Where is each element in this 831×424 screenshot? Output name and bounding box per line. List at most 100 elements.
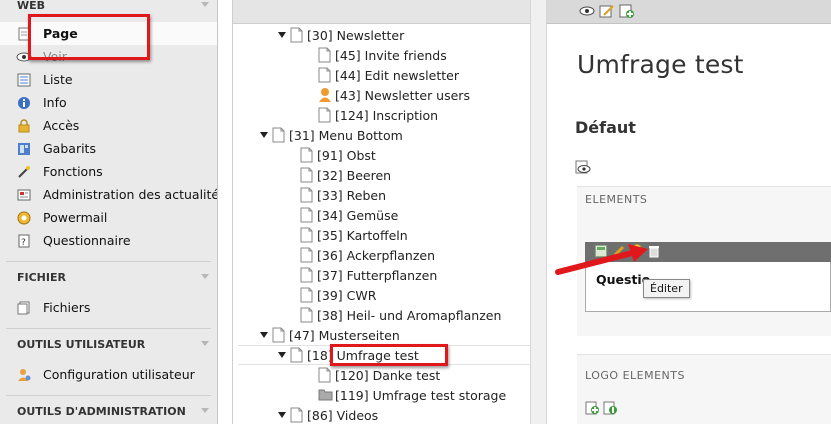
tree-node[interactable]: [37] Futterpflanzen — [300, 265, 437, 285]
tree-node[interactable]: [86] Videos — [277, 405, 378, 424]
menu-item-acces[interactable]: Accès — [0, 114, 217, 137]
section-title-user-tools[interactable]: OUTILS UTILISATEUR — [0, 336, 217, 354]
menu-item-fonctions[interactable]: Fonctions — [0, 160, 217, 183]
page-icon[interactable] — [290, 347, 303, 363]
page-icon[interactable] — [300, 207, 313, 223]
expand-arrow-icon[interactable] — [277, 345, 286, 365]
page-icon[interactable] — [300, 307, 313, 323]
tree-node-label[interactable]: [120] Danke test — [335, 368, 440, 383]
tree-node[interactable]: [30] Newsletter — [277, 25, 404, 45]
tree-node-label[interactable]: [44] Edit newsletter — [335, 68, 459, 83]
tree-scrollbar[interactable] — [530, 0, 547, 424]
tree-node-label[interactable]: [30] Newsletter — [307, 28, 404, 43]
tree-node[interactable]: [124] Inscription — [318, 105, 438, 125]
tree-node[interactable]: [39] CWR — [300, 285, 376, 305]
tree-node[interactable]: [34] Gemüse — [300, 205, 398, 225]
tree-node-label[interactable]: [33] Reben — [317, 188, 386, 203]
tree-node[interactable]: [36] Ackerpflanzen — [300, 245, 435, 265]
menu-item-user-config[interactable]: Configuration utilisateur — [0, 363, 217, 386]
user-settings-icon — [16, 367, 32, 383]
tree-node[interactable]: [31] Menu Bottom — [259, 125, 403, 145]
tree-node[interactable]: [35] Kartoffeln — [300, 225, 408, 245]
page-icon[interactable] — [272, 127, 285, 143]
tree-node-label[interactable]: [39] CWR — [317, 288, 376, 303]
list-icon — [16, 72, 32, 88]
tree-node-label[interactable]: [37] Futterpflanzen — [317, 268, 437, 283]
section-title-admin-tools[interactable]: OUTILS D'ADMINISTRATION — [0, 403, 217, 421]
highlight-page-module — [28, 14, 150, 60]
menu-item-info[interactable]: Info — [0, 91, 217, 114]
page-icon[interactable] — [300, 287, 313, 303]
new-content-icon[interactable] — [585, 401, 601, 418]
tree-node[interactable]: [44] Edit newsletter — [318, 65, 459, 85]
user-icon[interactable] — [318, 87, 331, 103]
tree-node-label[interactable]: [43] Newsletter users — [335, 88, 470, 103]
section-title-web[interactable]: WEB — [0, 0, 217, 15]
tree-node-label[interactable]: [86] Videos — [307, 408, 378, 423]
tree-node-label[interactable]: [34] Gemüse — [317, 208, 398, 223]
tree-node-label[interactable]: [31] Menu Bottom — [289, 128, 403, 143]
menu-item-powermail[interactable]: Powermail — [0, 206, 217, 229]
tree-node-label[interactable]: [36] Ackerpflanzen — [317, 248, 435, 263]
tree-node[interactable]: [119] Umfrage test storage — [318, 385, 506, 405]
collapse-icon — [201, 2, 209, 7]
module-menu: WEB Page Voir Liste Info Accès Gabarits … — [0, 0, 218, 424]
tree-node[interactable]: [120] Danke test — [318, 365, 440, 385]
page-icon[interactable] — [272, 327, 285, 343]
tree-node-label[interactable]: [45] Invite friends — [335, 48, 447, 63]
tree-node[interactable]: [32] Beeren — [300, 165, 391, 185]
template-icon — [16, 141, 32, 157]
tree-node[interactable]: [45] Invite friends — [318, 45, 447, 65]
view-column-icon[interactable] — [575, 160, 591, 177]
view-page-icon[interactable] — [579, 4, 595, 21]
page-icon[interactable] — [318, 67, 331, 83]
menu-item-gabarits[interactable]: Gabarits — [0, 137, 217, 160]
page-icon[interactable] — [300, 267, 313, 283]
tree-node[interactable]: [91] Obst — [300, 145, 376, 165]
page-icon[interactable] — [300, 187, 313, 203]
menu-item-news-admin[interactable]: Administration des actualités — [0, 183, 217, 206]
tree-node-label[interactable]: [32] Beeren — [317, 168, 391, 183]
page-icon[interactable] — [290, 27, 303, 43]
tree-node-label[interactable]: [47] Musterseiten — [289, 328, 400, 343]
tree-node-label[interactable]: [35] Kartoffeln — [317, 228, 408, 243]
tree-node-label[interactable]: [91] Obst — [317, 148, 376, 163]
page-icon[interactable] — [300, 147, 313, 163]
logo-elements-zone: LOGO ELEMENTS — [577, 354, 831, 424]
menu-item-liste[interactable]: Liste — [0, 68, 217, 91]
edit-page-icon[interactable] — [599, 4, 615, 21]
tree-node-label[interactable]: [38] Heil- und Aromapflanzen — [317, 308, 501, 323]
section-divider — [6, 386, 211, 396]
page-icon[interactable] — [300, 167, 313, 183]
page-icon[interactable] — [318, 107, 331, 123]
folder-icon[interactable] — [318, 387, 333, 403]
section-divider — [6, 319, 211, 329]
section-title-fichier[interactable]: FICHIER — [0, 269, 217, 287]
edit-tooltip: Éditer — [643, 279, 690, 298]
tree-node-label[interactable]: [124] Inscription — [335, 108, 438, 123]
tree-node-label[interactable]: [119] Umfrage test storage — [335, 388, 506, 403]
expand-arrow-icon[interactable] — [259, 125, 268, 145]
page-icon[interactable] — [300, 247, 313, 263]
new-content-icon[interactable] — [619, 4, 635, 21]
tree-node[interactable]: [33] Reben — [300, 185, 386, 205]
expand-arrow-icon[interactable] — [259, 325, 268, 345]
tree-node[interactable]: [43] Newsletter users — [318, 85, 470, 105]
page-icon[interactable] — [300, 227, 313, 243]
page-icon[interactable] — [318, 47, 331, 63]
tree-node[interactable]: [38] Heil- und Aromapflanzen — [300, 305, 501, 325]
info-icon — [16, 95, 32, 111]
page-icon[interactable] — [290, 407, 303, 423]
expand-arrow-icon[interactable] — [277, 25, 286, 45]
paste-content-icon[interactable] — [603, 401, 619, 418]
red-arrow-annotation — [555, 244, 648, 275]
expand-arrow-icon[interactable] — [277, 405, 286, 424]
tree-toolbar — [233, 0, 530, 24]
page-icon[interactable] — [318, 367, 331, 383]
section-divider — [6, 252, 211, 262]
menu-item-fichiers[interactable]: Fichiers — [0, 296, 217, 319]
menu-item-questionnaire[interactable]: ? Questionnaire — [0, 229, 217, 252]
collapse-icon — [201, 341, 209, 346]
collapse-icon — [201, 408, 209, 413]
tree-node[interactable]: [47] Musterseiten — [259, 325, 400, 345]
